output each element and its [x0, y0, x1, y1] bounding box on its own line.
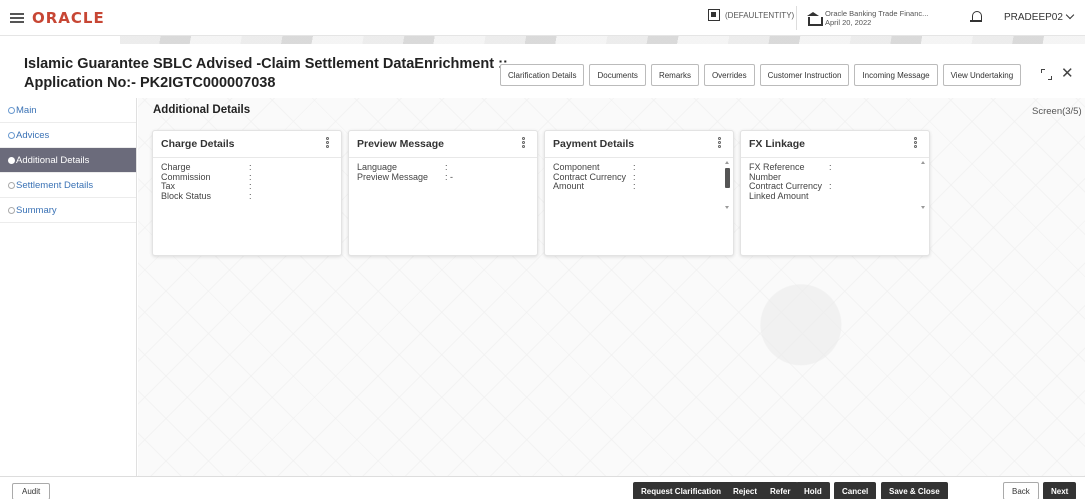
- request-clarification-button[interactable]: Request Clarification: [633, 482, 730, 499]
- kebab-menu-icon[interactable]: [914, 137, 917, 149]
- clarification-details-button[interactable]: Clarification Details: [500, 64, 585, 86]
- next-button[interactable]: Next: [1043, 482, 1077, 499]
- sidebar-item-additional-details[interactable]: Additional Details: [0, 148, 136, 173]
- user-name: PRADEEP02: [1004, 12, 1063, 23]
- field-value: :: [829, 181, 832, 191]
- hamburger-menu-icon[interactable]: [10, 12, 24, 24]
- sidebar-item-summary[interactable]: Summary: [0, 198, 136, 223]
- entity-selector[interactable]: (DEFAULTENTITY): [708, 9, 794, 21]
- field-label: Preview Message: [357, 171, 429, 182]
- notification-bell-icon[interactable]: [970, 10, 982, 24]
- sidebar-item-label: Advices: [16, 129, 50, 141]
- oracle-logo: ORACLE: [32, 8, 105, 27]
- sidebar-item-label: Settlement Details: [16, 179, 94, 191]
- step-pending-icon: [8, 181, 15, 189]
- customer-instruction-button[interactable]: Customer Instruction: [759, 64, 850, 86]
- audit-button[interactable]: Audit: [12, 483, 51, 499]
- field-value: :: [249, 190, 252, 201]
- kebab-menu-icon[interactable]: [326, 137, 329, 149]
- branch-name: Oracle Banking Trade Financ...: [825, 9, 929, 18]
- back-button[interactable]: Back: [1003, 482, 1039, 499]
- sidebar-item-label: Summary: [16, 204, 57, 216]
- documents-button[interactable]: Documents: [589, 64, 646, 86]
- field-value: : -: [445, 171, 453, 182]
- field-label: Amount: [553, 181, 585, 191]
- field-value: :: [829, 162, 832, 172]
- sidebar-item-main[interactable]: Main: [0, 98, 136, 123]
- card-scrollbar[interactable]: [724, 161, 730, 209]
- kebab-menu-icon[interactable]: [718, 137, 721, 149]
- reject-button[interactable]: Reject: [725, 482, 766, 499]
- header-button-group: Clarification Details Documents Remarks …: [500, 64, 1022, 86]
- footer-bar: Audit Request Clarification Reject Refer…: [0, 476, 1085, 499]
- entity-label: (DEFAULTENTITY): [725, 10, 795, 20]
- step-done-icon: [8, 131, 15, 139]
- application-number: Application No:- PK2IGTC000007038: [24, 75, 276, 91]
- step-sidebar: Main Advices Additional Details Settleme…: [0, 98, 137, 483]
- page-title: Islamic Guarantee SBLC Advised -Claim Se…: [24, 55, 508, 93]
- cancel-button[interactable]: Cancel: [834, 482, 877, 499]
- expand-icon[interactable]: [1041, 69, 1052, 80]
- view-undertaking-button[interactable]: View Undertaking: [942, 64, 1022, 86]
- bank-icon: [807, 12, 823, 26]
- user-menu[interactable]: PRADEEP02: [1004, 10, 1075, 23]
- card-title: Charge Details: [161, 138, 235, 150]
- decorative-banner: [120, 36, 1085, 44]
- sidebar-item-label: Main: [16, 104, 37, 116]
- branch-date: April 20, 2022: [825, 18, 872, 27]
- remarks-button[interactable]: Remarks: [650, 64, 699, 86]
- sidebar-item-label: Additional Details: [16, 154, 90, 166]
- field-label: Block Status: [161, 190, 212, 201]
- hold-button[interactable]: Hold: [796, 482, 830, 499]
- section-title: Additional Details: [153, 104, 251, 116]
- charge-details-card: Charge Details Charge: Commission: Tax: …: [152, 130, 342, 256]
- preview-message-card: Preview Message Language: Preview Messag…: [348, 130, 538, 256]
- field-value: :: [633, 181, 636, 191]
- refer-button[interactable]: Refer: [762, 482, 799, 499]
- kebab-menu-icon[interactable]: [522, 137, 525, 149]
- card-title: Payment Details: [553, 138, 635, 150]
- card-title: FX Linkage: [749, 138, 806, 150]
- close-icon[interactable]: ✕: [1061, 64, 1074, 82]
- sidebar-item-advices[interactable]: Advices: [0, 123, 136, 148]
- entity-icon: [708, 9, 720, 21]
- screen-indicator: Screen(3/5): [1032, 106, 1082, 117]
- page-title-line1: Islamic Guarantee SBLC Advised -Claim Se…: [24, 56, 508, 72]
- save-and-close-button[interactable]: Save & Close: [881, 482, 948, 499]
- payment-details-card: Payment Details Component: Contract Curr…: [544, 130, 734, 256]
- sidebar-item-settlement-details[interactable]: Settlement Details: [0, 173, 136, 198]
- incoming-message-button[interactable]: Incoming Message: [854, 64, 938, 86]
- step-done-icon: [8, 106, 15, 114]
- card-title: Preview Message: [357, 138, 444, 150]
- step-pending-icon: [8, 206, 15, 214]
- chevron-down-icon: [1065, 10, 1075, 20]
- step-active-icon: [8, 156, 15, 164]
- overrides-button[interactable]: Overrides: [703, 64, 755, 86]
- field-label: Linked Amount: [749, 190, 809, 201]
- card-scrollbar[interactable]: [920, 161, 926, 209]
- fx-linkage-card: FX Linkage FX Reference: Number Contract…: [740, 130, 930, 256]
- branch-selector[interactable]: Oracle Banking Trade Financ... April 20,…: [796, 6, 928, 30]
